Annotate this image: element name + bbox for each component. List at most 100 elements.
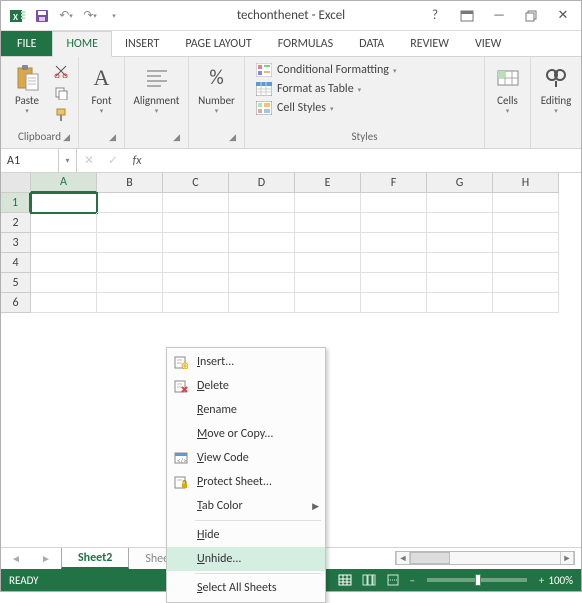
scroll-thumb[interactable] [410,552,450,564]
cell[interactable] [97,233,163,253]
cell[interactable] [31,193,97,213]
row-header[interactable]: 4 [1,253,31,273]
cell-styles-button[interactable]: Cell Styles ▾ [251,99,338,117]
cell[interactable] [427,213,493,233]
cell[interactable] [163,293,229,313]
column-header[interactable]: B [97,173,163,193]
cell[interactable] [493,193,559,213]
cell[interactable] [97,193,163,213]
horizontal-scrollbar[interactable]: ◄ ► [395,551,575,565]
cell[interactable] [295,273,361,293]
tab-page-layout[interactable]: PAGE LAYOUT [172,31,264,56]
editing-button[interactable]: Editing ▾ [536,61,576,117]
cell[interactable] [295,193,361,213]
row-header[interactable]: 6 [1,293,31,313]
cell[interactable] [361,293,427,313]
tab-file[interactable]: FILE [1,31,52,56]
column-header[interactable]: F [361,173,427,193]
menu-rename[interactable]: Rename [167,398,325,422]
cell[interactable] [97,253,163,273]
scroll-left-icon[interactable]: ◄ [396,552,410,564]
formula-input[interactable] [149,149,581,172]
cell[interactable] [97,273,163,293]
cell[interactable] [163,213,229,233]
minimize-button[interactable]: — [485,5,513,27]
alignment-launcher-icon[interactable]: ◢ [173,131,180,145]
cell[interactable] [163,273,229,293]
scroll-right-icon[interactable]: ► [560,552,574,564]
sheet-nav-next-icon[interactable]: ► [31,548,61,569]
conditional-formatting-button[interactable]: Conditional Formatting ▾ [251,61,400,79]
cell[interactable] [427,253,493,273]
cells-button[interactable]: Cells ▾ [488,61,528,117]
number-launcher-icon[interactable]: ◢ [229,131,236,145]
cell[interactable] [163,233,229,253]
insert-function-icon[interactable]: fx [125,149,149,172]
sheet-tab-active[interactable]: Sheet2 [61,548,129,569]
zoom-level[interactable]: 100% [548,574,573,587]
cell[interactable] [295,233,361,253]
cell[interactable] [31,233,97,253]
cell[interactable] [31,273,97,293]
cell[interactable] [493,273,559,293]
cell[interactable] [361,213,427,233]
cell[interactable] [31,253,97,273]
menu-select-all-sheets[interactable]: Select All Sheets [167,576,325,600]
row-header[interactable]: 2 [1,213,31,233]
zoom-slider[interactable] [427,578,527,582]
cell[interactable] [31,293,97,313]
menu-protect-sheet[interactable]: Protect Sheet... [167,470,325,494]
cell[interactable] [295,293,361,313]
sheet-nav-prev-icon[interactable]: ◄ [1,548,31,569]
menu-view-code[interactable]: </> View Code [167,446,325,470]
restore-button[interactable] [517,5,545,27]
column-header[interactable]: E [295,173,361,193]
select-all-corner[interactable] [1,173,31,193]
view-page-break-icon[interactable] [383,572,403,588]
row-header[interactable]: 3 [1,233,31,253]
column-header[interactable]: A [31,173,97,193]
cell[interactable] [493,293,559,313]
cell[interactable] [229,293,295,313]
cell[interactable] [229,213,295,233]
tab-insert[interactable]: INSERT [112,31,172,56]
close-button[interactable]: ✕ [549,5,577,27]
cell[interactable] [163,193,229,213]
ribbon-options-button[interactable] [453,5,481,27]
cell[interactable] [427,193,493,213]
cell[interactable] [97,293,163,313]
cell[interactable] [295,213,361,233]
number-button[interactable]: % Number ▾ [195,61,238,117]
cancel-formula-icon[interactable]: ✕ [77,149,101,172]
cell[interactable] [229,273,295,293]
column-header[interactable]: C [163,173,229,193]
menu-hide[interactable]: Hide [167,523,325,547]
menu-move-copy[interactable]: Move or Copy... [167,422,325,446]
tab-view[interactable]: VIEW [462,31,514,56]
tab-home[interactable]: HOME [52,31,112,57]
cut-icon[interactable] [51,61,71,81]
cell[interactable] [493,233,559,253]
column-header[interactable]: H [493,173,559,193]
cell[interactable] [427,293,493,313]
copy-icon[interactable] [51,83,71,103]
cell[interactable] [361,273,427,293]
cell[interactable] [229,253,295,273]
cell[interactable] [295,253,361,273]
help-button[interactable]: ? [421,5,449,27]
cell[interactable] [361,233,427,253]
row-header[interactable]: 5 [1,273,31,293]
column-header[interactable]: G [427,173,493,193]
cell[interactable] [229,193,295,213]
format-as-table-button[interactable]: Format as Table ▾ [251,80,365,98]
clipboard-launcher-icon[interactable]: ◢ [63,131,70,145]
column-header[interactable]: D [229,173,295,193]
menu-tab-color[interactable]: Tab Color ▶ [167,494,325,518]
tab-data[interactable]: DATA [346,31,397,56]
view-page-layout-icon[interactable] [359,572,379,588]
paste-button[interactable]: Paste ▾ [7,61,47,117]
menu-insert[interactable]: Insert... [167,350,325,374]
cell[interactable] [427,233,493,253]
view-normal-icon[interactable] [335,572,355,588]
cell[interactable] [361,253,427,273]
